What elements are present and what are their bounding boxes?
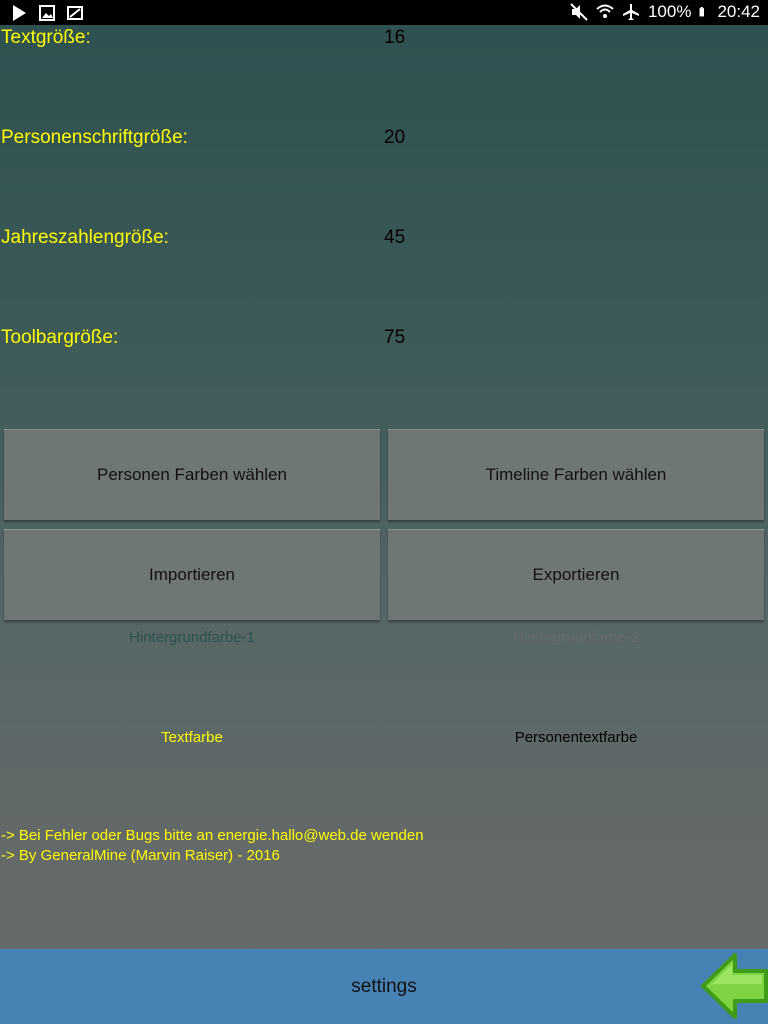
play-icon <box>13 5 26 21</box>
battery-icon <box>700 7 705 17</box>
timeline-colors-button[interactable]: Timeline Farben wählen <box>388 429 764 520</box>
person-text-color-option[interactable]: Personentextfarbe <box>388 729 764 746</box>
clock: 20:42 <box>717 2 760 21</box>
background-color-1-option[interactable]: Hintergrundfarbe-1 <box>4 629 380 646</box>
setting-label: Toolbargröße: <box>1 327 119 348</box>
bug-report-note: -> Bei Fehler oder Bugs bitte an energie… <box>1 827 424 844</box>
battery-percentage: 100% <box>647 2 692 21</box>
back-arrow-icon[interactable] <box>700 951 768 1021</box>
export-button[interactable]: Exportieren <box>388 529 764 620</box>
status-bar: 100% 20:42 <box>0 0 768 25</box>
person-colors-button[interactable]: Personen Farben wählen <box>4 429 380 520</box>
text-size-input[interactable]: 16 <box>384 27 405 49</box>
setting-row-year-size: Jahreszahlengröße: 45 <box>0 227 768 267</box>
wifi-icon <box>596 4 614 18</box>
background-color-2-option[interactable]: Hintergrundfarbe-2 <box>388 629 764 646</box>
info-text: -> Bei Fehler oder Bugs bitte an energie… <box>1 826 424 866</box>
setting-label: Jahreszahlengröße: <box>1 227 169 248</box>
airplane-icon <box>622 4 639 20</box>
gallery-icon <box>67 6 83 20</box>
setting-row-text-size: Textgröße: 16 <box>0 27 768 67</box>
year-size-input[interactable]: 45 <box>384 227 405 249</box>
text-color-option[interactable]: Textfarbe <box>4 729 380 746</box>
setting-row-toolbar-size: Toolbargröße: 75 <box>0 327 768 367</box>
bottom-toolbar: settings <box>0 949 768 1024</box>
toolbar-title: settings <box>351 975 417 997</box>
person-font-size-input[interactable]: 20 <box>384 127 405 149</box>
mute-icon <box>570 3 588 21</box>
setting-label: Textgröße: <box>1 27 91 48</box>
setting-label: Personenschriftgröße: <box>1 127 188 148</box>
credits-note: -> By GeneralMine (Marvin Raiser) - 2016 <box>1 847 280 864</box>
setting-row-person-font-size: Personenschriftgröße: 20 <box>0 127 768 167</box>
image-icon <box>39 5 55 21</box>
toolbar-size-input[interactable]: 75 <box>384 327 405 349</box>
import-button[interactable]: Importieren <box>4 529 380 620</box>
